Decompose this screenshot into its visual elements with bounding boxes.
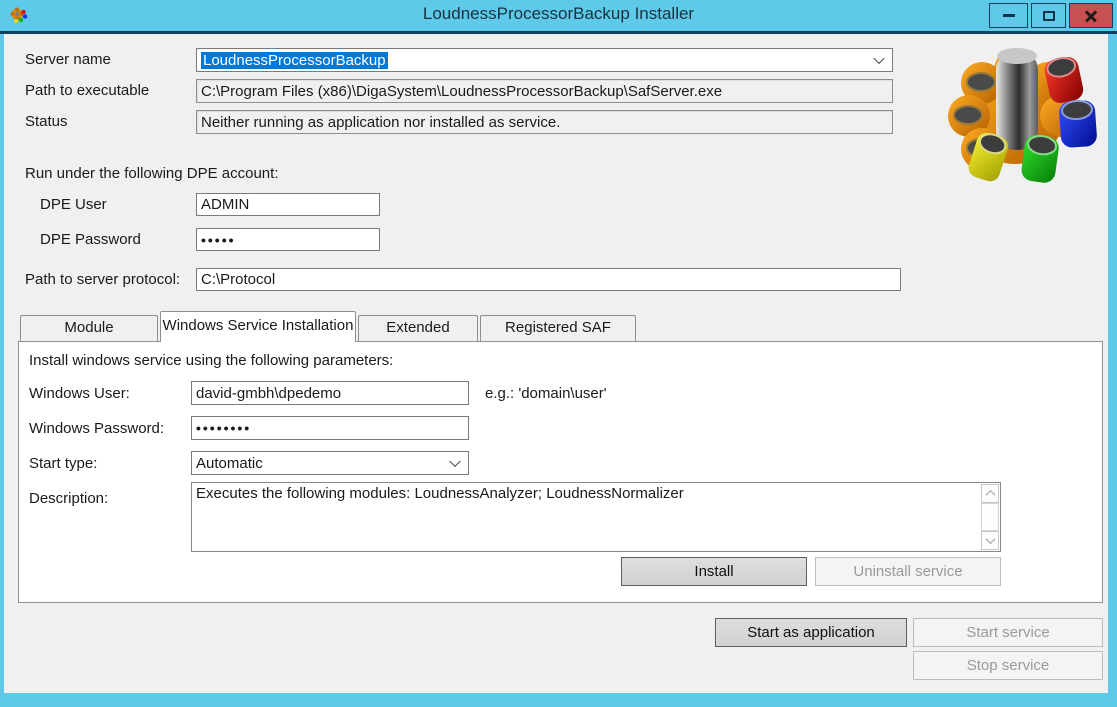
scrollbar-thumb[interactable]	[981, 503, 999, 531]
windows-user-value: david-gmbh\dpedemo	[196, 385, 341, 402]
windows-user-label: Windows User:	[29, 385, 130, 402]
dpe-password-label: DPE Password	[40, 231, 141, 248]
tab-module-instantiations[interactable]: Module Instantiations	[20, 315, 158, 341]
scroll-up-button[interactable]	[981, 484, 999, 503]
dpe-password-value: •••••	[201, 232, 236, 248]
start-type-value: Automatic	[196, 455, 263, 472]
server-name-combobox[interactable]: LoudnessProcessorBackup	[196, 48, 893, 72]
window-title: LoudnessProcessorBackup Installer	[0, 4, 1117, 24]
install-parameters-intro: Install windows service using the follow…	[29, 352, 393, 369]
protocol-path-label: Path to server protocol:	[25, 271, 180, 288]
chevron-up-icon	[985, 490, 995, 500]
tab-extended-settings[interactable]: Extended Settings	[358, 315, 478, 341]
close-button[interactable]	[1069, 3, 1113, 28]
description-textarea[interactable]: Executes the following modules: Loudness…	[191, 482, 1001, 552]
start-type-label: Start type:	[29, 455, 97, 472]
digasystem-logo	[945, 44, 1107, 194]
dpe-password-input[interactable]: •••••	[196, 228, 380, 251]
maximize-icon	[1043, 11, 1055, 21]
scroll-down-button[interactable]	[981, 531, 999, 550]
dpe-user-label: DPE User	[40, 196, 107, 213]
description-scrollbar[interactable]	[981, 484, 999, 550]
uninstall-service-button: Uninstall service	[815, 557, 1001, 586]
tab-registered-saf-servers[interactable]: Registered SAF Servers	[480, 315, 636, 341]
tab-windows-service-installation[interactable]: Windows Service Installation	[160, 311, 356, 342]
windows-password-input[interactable]: ••••••••	[191, 416, 469, 440]
dpe-user-input[interactable]: ADMIN	[196, 193, 380, 216]
status-value: Neither running as application nor insta…	[201, 114, 560, 131]
windows-service-tab-page: Install windows service using the follow…	[18, 341, 1103, 603]
chevron-down-icon	[449, 456, 460, 467]
protocol-path-input[interactable]: C:\Protocol	[196, 268, 901, 291]
protocol-path-value: C:\Protocol	[201, 271, 275, 288]
windows-password-label: Windows Password:	[29, 420, 164, 437]
windows-user-input[interactable]: david-gmbh\dpedemo	[191, 381, 469, 405]
install-button[interactable]: Install	[621, 557, 807, 586]
chevron-down-icon	[985, 534, 995, 544]
description-value: Executes the following modules: Loudness…	[196, 485, 978, 502]
start-service-button: Start service	[913, 618, 1103, 647]
description-label: Description:	[29, 490, 108, 507]
start-type-combobox[interactable]: Automatic	[191, 451, 469, 475]
minimize-icon	[1003, 14, 1015, 17]
client-area: Server name LoudnessProcessorBackup Path…	[4, 34, 1108, 693]
start-as-application-button[interactable]: Start as application	[715, 618, 907, 647]
path-to-executable-field: C:\Program Files (x86)\DigaSystem\Loudne…	[196, 79, 893, 103]
minimize-button[interactable]	[989, 3, 1028, 28]
path-to-executable-value: C:\Program Files (x86)\DigaSystem\Loudne…	[201, 83, 722, 100]
maximize-button[interactable]	[1031, 3, 1066, 28]
server-name-value: LoudnessProcessorBackup	[201, 52, 388, 69]
windows-password-value: ••••••••	[196, 420, 251, 436]
status-field: Neither running as application nor insta…	[196, 110, 893, 134]
windows-user-hint: e.g.: 'domain\user'	[485, 385, 607, 402]
close-icon	[1084, 9, 1098, 23]
chevron-down-icon	[873, 53, 884, 64]
titlebar[interactable]: LoudnessProcessorBackup Installer	[0, 0, 1117, 31]
status-label: Status	[25, 113, 68, 130]
dpe-user-value: ADMIN	[201, 196, 249, 213]
path-to-executable-label: Path to executable	[25, 82, 149, 99]
installer-window: LoudnessProcessorBackup Installer	[0, 0, 1117, 707]
dpe-account-section-label: Run under the following DPE account:	[25, 165, 278, 182]
server-name-label: Server name	[25, 51, 111, 68]
stop-service-button: Stop service	[913, 651, 1103, 680]
